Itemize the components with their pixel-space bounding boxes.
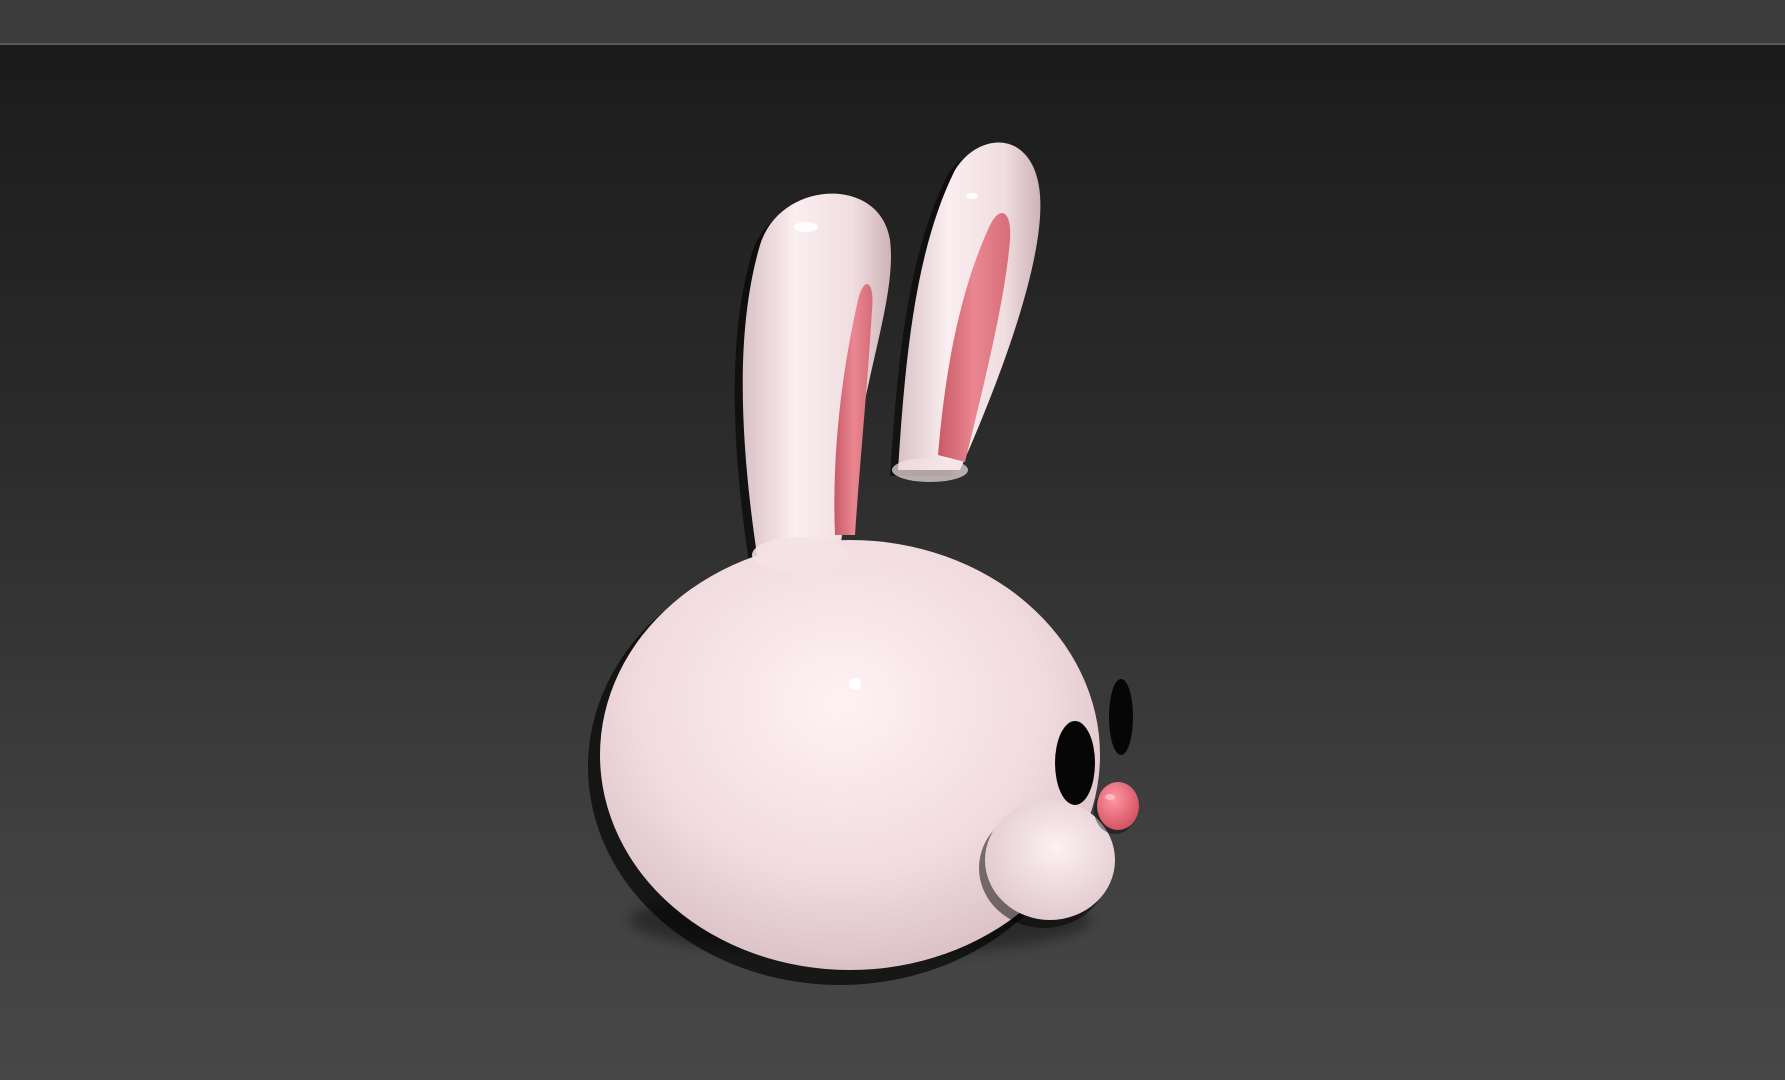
far-eye	[1109, 679, 1133, 755]
head-highlight	[849, 678, 861, 690]
nose	[1097, 782, 1139, 830]
top-toolbar	[0, 0, 1785, 43]
viewport-scene	[588, 142, 1139, 985]
right-ear	[890, 142, 1041, 476]
left-ear	[734, 193, 891, 573]
perspective-viewport[interactable]	[0, 45, 1785, 1080]
near-eye	[1055, 721, 1095, 805]
modeling-app-window	[0, 0, 1785, 1080]
